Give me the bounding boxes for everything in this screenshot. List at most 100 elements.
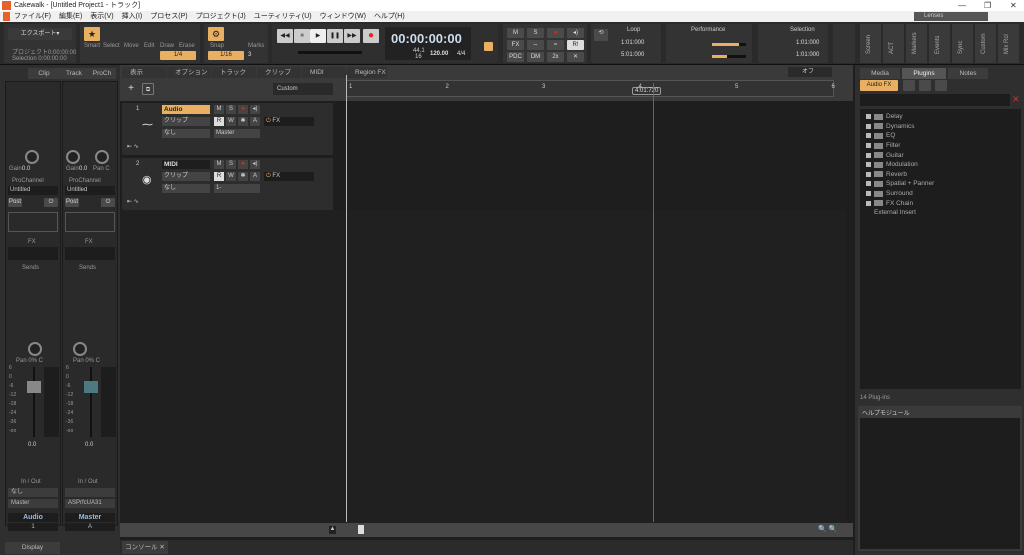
mix-button[interactable]: ≈ [547,40,564,50]
maximize-button[interactable]: ❐ [984,0,991,11]
solo-button[interactable]: S [226,105,236,114]
menu-utility[interactable]: ユーティリティ(U) [254,11,312,22]
post-button[interactable]: Post [65,198,79,207]
fast-forward-button[interactable]: ▶▶ [344,29,360,43]
display-button[interactable]: Display [5,542,60,554]
plugin-folder[interactable]: EQ [866,131,1021,141]
mute-button[interactable]: M [214,105,224,114]
track-filter-dropdown[interactable]: Custom [273,83,333,95]
track-header[interactable]: 1 Audio ⁓ MS ● ◂) クリップ R W ✱ A ⏻ FX なし M… [122,103,333,155]
output-select[interactable]: Master [214,129,260,138]
pause-button[interactable]: ❚❚ [327,29,343,43]
expand-lanes-icon[interactable]: ⇤ ∿ [127,143,139,150]
view-button-5[interactable]: Custom [981,33,987,54]
input-select[interactable]: なし [162,184,210,193]
loop-start[interactable]: 1:01:000 [621,40,644,46]
rewind-button[interactable]: ◀◀ [277,29,293,43]
plugin-folder[interactable]: Filter [866,141,1021,151]
solo-button[interactable]: S [226,160,236,169]
track-menu-4[interactable]: MIDI [302,67,346,78]
tool-label[interactable]: Select [103,43,120,49]
selection-end[interactable]: 1:01:000 [796,52,819,58]
scroll-thumb[interactable] [358,525,364,534]
play-button[interactable]: ▶ [310,29,326,43]
clip-select[interactable]: クリップ [162,117,210,126]
mix-button[interactable]: 2x [547,52,564,62]
tab-track[interactable]: Track [60,68,88,79]
mix-button[interactable]: S [527,28,544,38]
volume-fader[interactable] [84,381,98,393]
plugin-folder[interactable]: Modulation [866,160,1021,170]
view-button-0[interactable]: Screen [866,35,872,54]
loop-toggle-icon[interactable]: ⟲ [594,29,608,41]
volume-fader[interactable] [27,381,41,393]
tool-label[interactable]: Draw [160,43,174,49]
input-echo-button[interactable]: ◂) [250,160,260,169]
mix-button[interactable]: ⇔ [527,40,544,50]
eq-graph[interactable] [8,212,58,232]
mix-button[interactable]: DM [527,52,544,62]
tempo[interactable]: 120.00 [430,51,448,57]
pan-knob[interactable] [73,342,87,356]
expand-icon[interactable]: ▲ [329,526,336,534]
freeze-button[interactable]: ✱ [238,172,248,181]
write-automation-button[interactable]: W [226,172,236,181]
eq-graph[interactable] [65,212,115,232]
duplicate-track-button[interactable]: ⧉ [142,83,154,95]
instruments-icon[interactable] [903,80,915,91]
minimize-button[interactable]: — [958,0,966,11]
read-automation-button[interactable]: R [214,117,224,126]
strip-name[interactable]: Master [65,513,115,522]
tab-prochannel[interactable]: ProCh [88,68,116,79]
workspace-select[interactable]: Lenses [914,12,988,21]
view-button-2[interactable]: Markers [912,32,918,54]
plugin-folder[interactable]: Delay [866,112,1021,122]
view-button-6[interactable]: Mix Rcl [1004,34,1010,54]
track-menu-2[interactable]: トラック [212,67,256,78]
audio-fx-button[interactable]: Audio FX [860,80,898,91]
time-readout[interactable]: 00:00:00:00 [391,31,462,46]
track-menu-0[interactable]: 表示 [122,67,166,78]
track-menu-1[interactable]: オプション [167,67,211,78]
menu-edit[interactable]: 編集(E) [59,11,82,22]
menu-process[interactable]: プロセス(P) [150,11,187,22]
midi-fx-icon[interactable] [919,80,931,91]
pan-knob[interactable] [28,342,42,356]
snap-toggle-icon[interactable]: ⚙ [208,27,224,41]
input-select[interactable]: なし [8,488,58,497]
read-automation-button[interactable]: R [214,172,224,181]
fx-bin[interactable]: ⏻ FX [264,117,314,126]
menu-file[interactable]: ファイル(F) [14,11,51,22]
tab-plugins[interactable]: Plugins [902,68,946,79]
snap-off-dropdown[interactable]: オフ [788,67,832,77]
mix-button[interactable]: ✕ [567,52,584,62]
power-icon[interactable]: ⏻ [101,198,115,207]
zoom-icons[interactable]: 🔍 🔍 [818,525,837,533]
input-select[interactable]: なし [162,129,210,138]
view-button-3[interactable]: Events [935,36,941,54]
archive-button[interactable]: A [250,117,260,126]
strip-name[interactable]: Audio [8,513,58,522]
track-name-input[interactable]: MIDI [162,160,210,169]
snap-count[interactable]: 3 [248,52,251,58]
selection-range-radio[interactable]: Selection 0:00:00:00 [12,56,67,62]
mix-button[interactable]: ◂) [567,28,584,38]
clear-search-icon[interactable]: ✕ [1012,94,1020,105]
track-header[interactable]: 2 MIDI ◉ MS ● ◂) クリップ R W ✱ A ⏻ FX なし 1-… [122,158,333,210]
gain-knob[interactable] [66,150,80,164]
snap-value[interactable]: 1/16 [208,51,244,60]
mix-button[interactable]: M [507,28,524,38]
input-echo-button[interactable]: ◂) [250,105,260,114]
pan-knob[interactable] [95,150,109,164]
track-menu-5[interactable]: Region FX [347,67,387,78]
archive-button[interactable]: A [250,172,260,181]
loop-end[interactable]: 5:01:000 [621,52,644,58]
tool-label[interactable]: Edit [144,43,154,49]
output-select[interactable]: 1- [214,184,260,193]
plugin-folder[interactable]: FX Chain [866,198,1021,208]
mix-button[interactable]: FX [507,40,524,50]
record-arm-button[interactable]: ● [238,160,248,169]
plugin-search-input[interactable] [860,94,1010,106]
project-range-radio[interactable]: プロジェクト0:00:00:00 [12,47,76,56]
preset-name[interactable]: Untitled [8,186,58,195]
